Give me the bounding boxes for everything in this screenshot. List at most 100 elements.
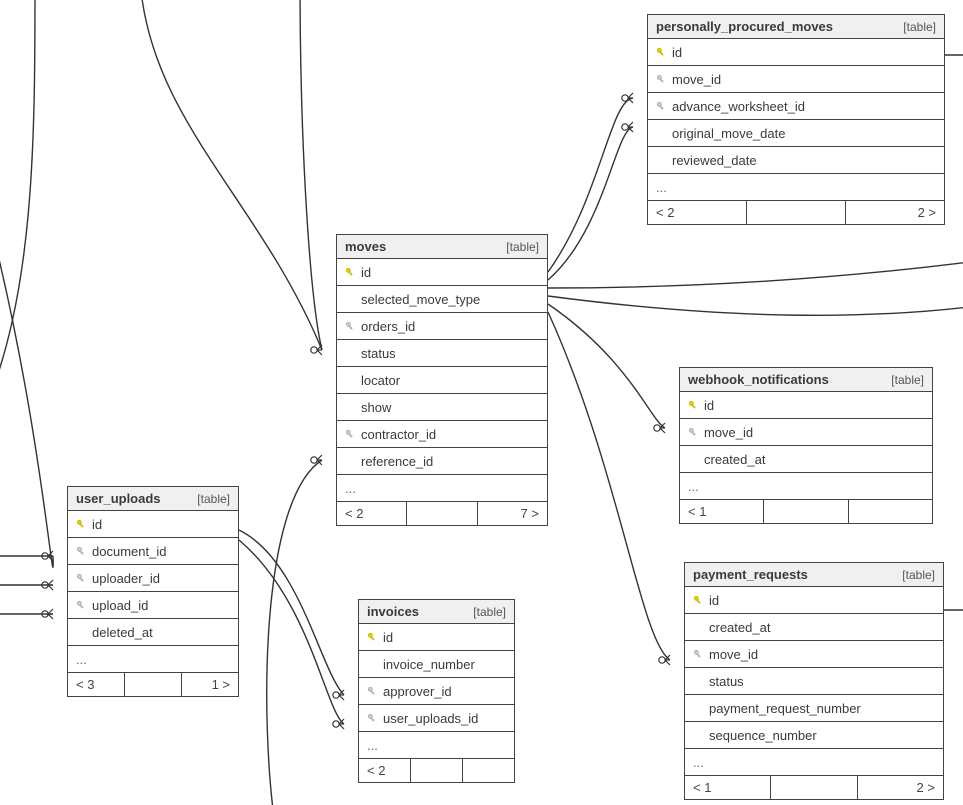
column-row[interactable]: move_id — [648, 66, 944, 93]
table-tag: [table] — [473, 605, 506, 619]
table-tag: [table] — [891, 373, 924, 387]
column-row[interactable]: uploader_id — [68, 565, 238, 592]
primary-key-icon — [688, 400, 698, 410]
foreign-key-icon — [693, 649, 703, 659]
primary-key-icon — [367, 632, 377, 642]
column-row[interactable]: selected_move_type — [337, 286, 547, 313]
column-row[interactable]: invoice_number — [359, 651, 514, 678]
table-name: payment_requests — [693, 567, 808, 582]
table-footer: < 1 — [680, 500, 932, 523]
table-footer: < 2 — [359, 759, 514, 782]
footer-right[interactable] — [463, 759, 514, 782]
primary-key-icon — [693, 595, 703, 605]
footer-left[interactable]: < 2 — [337, 502, 407, 525]
column-name: status — [709, 674, 744, 689]
table-tag: [table] — [902, 568, 935, 582]
primary-key-icon — [345, 267, 355, 277]
column-name: reviewed_date — [672, 153, 757, 168]
table-header: moves [table] — [337, 235, 547, 259]
column-row[interactable]: document_id — [68, 538, 238, 565]
column-row[interactable]: id — [685, 587, 943, 614]
column-name: upload_id — [92, 598, 148, 613]
column-row[interactable]: id — [68, 511, 238, 538]
column-name: user_uploads_id — [383, 711, 478, 726]
column-row[interactable]: reviewed_date — [648, 147, 944, 174]
column-row[interactable]: id — [680, 392, 932, 419]
table-name: user_uploads — [76, 491, 161, 506]
column-row[interactable]: sequence_number — [685, 722, 943, 749]
column-name: advance_worksheet_id — [672, 99, 805, 114]
footer-left[interactable]: < 2 — [648, 201, 747, 224]
column-row[interactable]: id — [337, 259, 547, 286]
table-moves[interactable]: moves [table] id selected_move_type orde… — [336, 234, 548, 526]
foreign-key-icon — [656, 101, 666, 111]
column-row[interactable]: original_move_date — [648, 120, 944, 147]
column-row[interactable]: advance_worksheet_id — [648, 93, 944, 120]
column-row[interactable]: created_at — [685, 614, 943, 641]
table-name: personally_procured_moves — [656, 19, 833, 34]
table-footer: < 3 1 > — [68, 673, 238, 696]
footer-left[interactable]: < 3 — [68, 673, 125, 696]
column-name: deleted_at — [92, 625, 153, 640]
footer-right[interactable] — [849, 500, 932, 523]
table-tag: [table] — [197, 492, 230, 506]
column-row[interactable]: payment_request_number — [685, 695, 943, 722]
column-name: sequence_number — [709, 728, 817, 743]
table-footer: < 1 2 > — [685, 776, 943, 799]
column-row[interactable]: id — [648, 39, 944, 66]
table-header: invoices [table] — [359, 600, 514, 624]
column-row[interactable]: contractor_id — [337, 421, 547, 448]
ellipsis-row: ... — [359, 732, 514, 759]
ellipsis-row: ... — [648, 174, 944, 201]
footer-mid — [125, 673, 182, 696]
primary-key-icon — [76, 519, 86, 529]
column-name: selected_move_type — [361, 292, 480, 307]
column-row[interactable]: approver_id — [359, 678, 514, 705]
column-row[interactable]: move_id — [680, 419, 932, 446]
table-header: webhook_notifications [table] — [680, 368, 932, 392]
column-row[interactable]: id — [359, 624, 514, 651]
table-tag: [table] — [506, 240, 539, 254]
column-row[interactable]: user_uploads_id — [359, 705, 514, 732]
column-name: id — [709, 593, 719, 608]
foreign-key-icon — [688, 427, 698, 437]
footer-right[interactable]: 1 > — [182, 673, 238, 696]
footer-left[interactable]: < 1 — [685, 776, 771, 799]
column-row[interactable]: status — [685, 668, 943, 695]
footer-mid — [764, 500, 848, 523]
column-name: reference_id — [361, 454, 433, 469]
column-name: uploader_id — [92, 571, 160, 586]
foreign-key-icon — [656, 74, 666, 84]
footer-left[interactable]: < 2 — [359, 759, 411, 782]
column-row[interactable]: created_at — [680, 446, 932, 473]
column-name: document_id — [92, 544, 166, 559]
table-user-uploads[interactable]: user_uploads [table] id document_id uplo… — [67, 486, 239, 697]
ellipsis-row: ... — [337, 475, 547, 502]
table-webhook-notifications[interactable]: webhook_notifications [table] id move_id… — [679, 367, 933, 524]
column-row[interactable]: reference_id — [337, 448, 547, 475]
foreign-key-icon — [345, 321, 355, 331]
table-payment-requests[interactable]: payment_requests [table] id created_at m… — [684, 562, 944, 800]
column-name: payment_request_number — [709, 701, 861, 716]
footer-right[interactable]: 7 > — [478, 502, 547, 525]
footer-mid — [407, 502, 477, 525]
footer-right[interactable]: 2 > — [858, 776, 943, 799]
column-row[interactable]: status — [337, 340, 547, 367]
foreign-key-icon — [76, 546, 86, 556]
column-row[interactable]: locator — [337, 367, 547, 394]
table-invoices[interactable]: invoices [table] id invoice_number appro… — [358, 599, 515, 783]
footer-left[interactable]: < 1 — [680, 500, 764, 523]
table-name: invoices — [367, 604, 419, 619]
column-row[interactable]: upload_id — [68, 592, 238, 619]
column-name: approver_id — [383, 684, 452, 699]
column-row[interactable]: show — [337, 394, 547, 421]
table-tag: [table] — [903, 20, 936, 34]
foreign-key-icon — [367, 686, 377, 696]
table-footer: < 2 2 > — [648, 201, 944, 224]
column-row[interactable]: orders_id — [337, 313, 547, 340]
table-personally-procured-moves[interactable]: personally_procured_moves [table] id mov… — [647, 14, 945, 225]
column-row[interactable]: deleted_at — [68, 619, 238, 646]
column-row[interactable]: move_id — [685, 641, 943, 668]
table-header: user_uploads [table] — [68, 487, 238, 511]
footer-right[interactable]: 2 > — [846, 201, 944, 224]
